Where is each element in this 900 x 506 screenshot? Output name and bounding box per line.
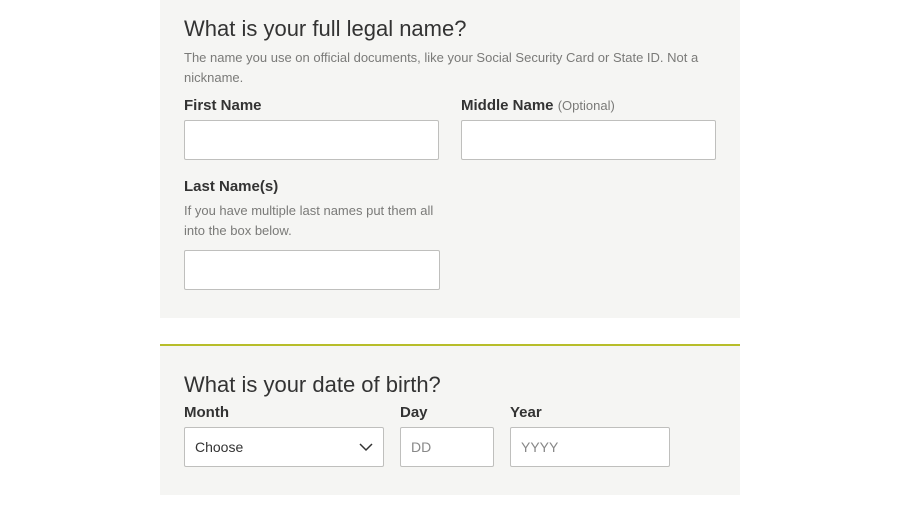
year-input[interactable] xyxy=(510,427,670,467)
first-name-label: First Name xyxy=(184,97,439,114)
day-field: Day xyxy=(400,404,494,467)
dob-title: What is your date of birth? xyxy=(184,372,716,398)
middle-name-label: Middle Name (Optional) xyxy=(461,97,716,114)
dob-section: What is your date of birth? Month Day Ye… xyxy=(160,346,740,495)
day-label: Day xyxy=(400,404,494,421)
year-field: Year xyxy=(510,404,670,467)
last-name-label: Last Name(s) xyxy=(184,178,440,195)
middle-name-label-text: Middle Name xyxy=(461,97,554,114)
legal-name-title: What is your full legal name? xyxy=(184,16,716,42)
dob-row: Month Day Year xyxy=(184,404,716,467)
month-select[interactable] xyxy=(184,427,384,467)
first-name-input[interactable] xyxy=(184,120,439,160)
name-row-1: First Name Middle Name (Optional) xyxy=(184,97,716,160)
last-name-field: Last Name(s) If you have multiple last n… xyxy=(184,178,440,290)
month-select-value[interactable] xyxy=(184,427,384,467)
last-name-hint: If you have multiple last names put them… xyxy=(184,201,434,240)
last-name-input[interactable] xyxy=(184,250,440,290)
month-label: Month xyxy=(184,404,384,421)
day-input[interactable] xyxy=(400,427,494,467)
legal-name-section: What is your full legal name? The name y… xyxy=(160,0,740,318)
month-field: Month xyxy=(184,404,384,467)
middle-name-optional: (Optional) xyxy=(558,98,615,113)
first-name-field: First Name xyxy=(184,97,439,160)
legal-name-hint: The name you use on official documents, … xyxy=(184,48,704,87)
middle-name-input[interactable] xyxy=(461,120,716,160)
year-label: Year xyxy=(510,404,670,421)
middle-name-field: Middle Name (Optional) xyxy=(461,97,716,160)
